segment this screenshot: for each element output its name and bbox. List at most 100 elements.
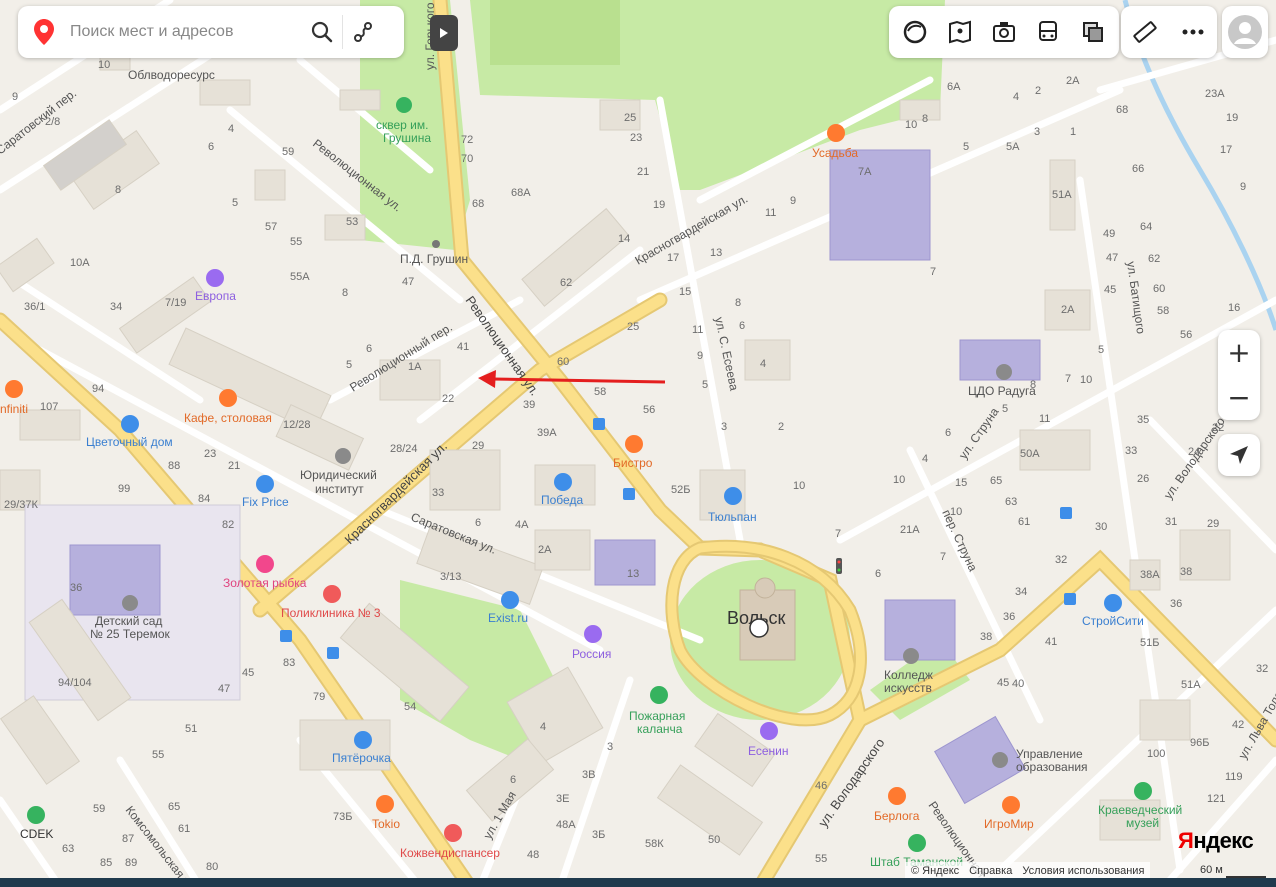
- svg-text:2А: 2А: [538, 544, 552, 556]
- svg-text:6: 6: [366, 343, 372, 355]
- svg-text:61: 61: [178, 823, 190, 835]
- svg-text:4А: 4А: [515, 519, 529, 531]
- svg-text:87: 87: [122, 833, 134, 845]
- layers-toolbar: [889, 6, 1119, 58]
- poi-rossiya-label: Россия: [572, 647, 611, 661]
- poi-tyulpan-label: Тюльпан: [708, 510, 757, 524]
- poi-oblvodoresurs[interactable]: Облводоресурс: [128, 68, 215, 82]
- svg-text:6: 6: [475, 517, 481, 529]
- map-layers-button[interactable]: [896, 13, 934, 51]
- map-canvas[interactable]: Революционная ул. Революционная ул. Крас…: [0, 0, 1276, 887]
- svg-text:26: 26: [1137, 473, 1149, 485]
- flower-shop-icon: [121, 415, 139, 433]
- bus-stop-icon: [1060, 507, 1072, 519]
- more-button[interactable]: [1174, 13, 1212, 51]
- svg-text:10: 10: [98, 59, 110, 71]
- collapse-panel-button[interactable]: [430, 15, 458, 51]
- svg-text:65: 65: [990, 475, 1002, 487]
- svg-text:68: 68: [472, 198, 484, 210]
- svg-text:40: 40: [1012, 678, 1024, 690]
- svg-text:73Б: 73Б: [333, 811, 352, 823]
- svg-text:21: 21: [228, 460, 240, 472]
- poi-kafe-label: Кафе, столовая: [184, 411, 272, 425]
- svg-text:7: 7: [930, 266, 936, 278]
- entertainment-icon: [1002, 796, 1020, 814]
- cafe-icon: [888, 787, 906, 805]
- office-icon: [992, 752, 1008, 768]
- svg-text:68: 68: [1116, 104, 1128, 116]
- zoom-in-button[interactable]: +: [1218, 330, 1260, 375]
- svg-text:21А: 21А: [900, 524, 920, 536]
- svg-text:41: 41: [1045, 636, 1057, 648]
- svg-text:31: 31: [1165, 516, 1177, 528]
- svg-text:48: 48: [527, 849, 539, 861]
- search-button[interactable]: [302, 12, 342, 52]
- svg-text:38: 38: [1180, 566, 1192, 578]
- svg-text:8: 8: [735, 297, 741, 309]
- locate-me-button[interactable]: [1218, 434, 1260, 476]
- bus-stop-icon: [1064, 593, 1076, 605]
- svg-text:47: 47: [402, 276, 414, 288]
- bus-stop-icon: [280, 630, 292, 642]
- copyright-text: © Яндекс: [911, 864, 960, 877]
- svg-text:72: 72: [461, 134, 473, 146]
- search-panel: [18, 6, 404, 58]
- svg-text:5: 5: [1002, 403, 1008, 415]
- svg-text:59: 59: [93, 803, 105, 815]
- transit-button[interactable]: [1029, 13, 1067, 51]
- poi-usadba-label: Усадьба: [812, 146, 858, 160]
- map-footer: © Яндекс Справка Условия использования: [905, 862, 1151, 879]
- svg-text:5: 5: [346, 359, 352, 371]
- svg-text:17: 17: [1220, 144, 1232, 156]
- svg-text:2А: 2А: [1061, 304, 1075, 316]
- svg-text:52Б: 52Б: [671, 484, 690, 496]
- search-input[interactable]: [68, 22, 302, 42]
- poi-cvetochny-label: Цветочный дом: [86, 435, 173, 449]
- svg-text:42: 42: [1232, 719, 1244, 731]
- photo-button[interactable]: [985, 13, 1023, 51]
- svg-text:9: 9: [12, 91, 18, 103]
- poi-kraeved-label-1: Краеведческий: [1098, 803, 1182, 817]
- panorama-icon: [948, 20, 971, 44]
- svg-text:51: 51: [185, 723, 197, 735]
- layers-icon: [903, 20, 927, 44]
- svg-text:5: 5: [702, 379, 708, 391]
- profile-button[interactable]: [1222, 6, 1268, 58]
- hotel-icon: [206, 269, 224, 287]
- route-button[interactable]: [343, 12, 383, 52]
- poi-fixprice-label: Fix Price: [242, 495, 289, 509]
- terms-link[interactable]: Условия использования: [1022, 865, 1144, 877]
- svg-text:10: 10: [893, 474, 905, 486]
- svg-text:64: 64: [1140, 221, 1152, 233]
- svg-text:6: 6: [739, 320, 745, 332]
- poi-igromir-label: ИгроМир: [984, 817, 1034, 831]
- svg-text:65: 65: [168, 801, 180, 813]
- svg-text:10: 10: [905, 119, 917, 131]
- zoom-out-button[interactable]: −: [1218, 375, 1260, 420]
- svg-text:30: 30: [1095, 521, 1107, 533]
- other-layers-button[interactable]: [1074, 13, 1112, 51]
- svg-text:107: 107: [40, 401, 58, 413]
- svg-text:6: 6: [510, 774, 516, 786]
- poi-pyaterochka-label: Пятёрочка: [332, 751, 391, 765]
- bus-stop-icon: [593, 418, 605, 430]
- traffic-light-icon: [836, 558, 842, 574]
- poi-detsad-label-1: Детский сад: [95, 614, 162, 628]
- poi-infiniti-label: nfiniti: [0, 402, 28, 416]
- poi-skver-label-1: сквер им.: [376, 118, 428, 132]
- help-link[interactable]: Справка: [969, 865, 1012, 877]
- svg-text:58: 58: [594, 386, 606, 398]
- svg-text:10: 10: [1080, 374, 1092, 386]
- ruler-button[interactable]: [1126, 13, 1164, 51]
- profile-icon: [1228, 15, 1262, 49]
- svg-text:50А: 50А: [1020, 448, 1040, 460]
- svg-text:35: 35: [1137, 414, 1149, 426]
- svg-text:6А: 6А: [947, 81, 961, 93]
- poi-poliklinika-label: Поликлиника № 3: [281, 606, 381, 620]
- svg-text:62: 62: [1148, 253, 1160, 265]
- panorama-button[interactable]: [941, 13, 979, 51]
- tools-toolbar: [1121, 6, 1217, 58]
- svg-text:45: 45: [1104, 284, 1116, 296]
- delivery-icon: [27, 806, 45, 824]
- poi-kraeved-label-2: музей: [1126, 816, 1159, 830]
